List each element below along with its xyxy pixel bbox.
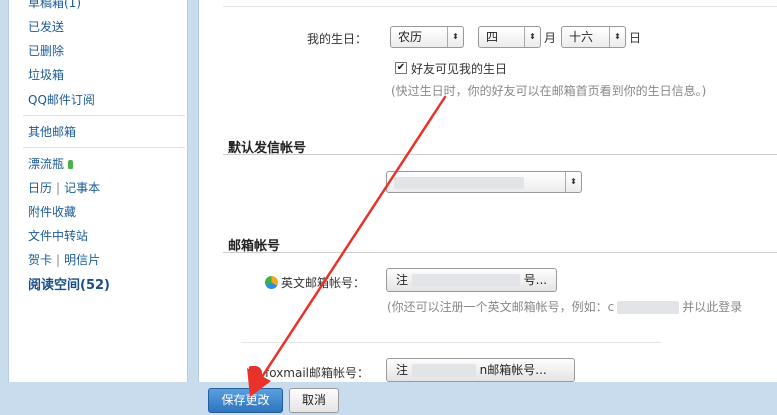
save-changes-button[interactable]: 保存更改 bbox=[208, 388, 283, 413]
english-account-label: 英文邮箱帐号： bbox=[281, 276, 366, 290]
sidebar-item-attachments[interactable]: 附件收藏 bbox=[28, 203, 76, 220]
english-account-label-row: 英文邮箱帐号： bbox=[265, 274, 365, 291]
hint-end: 并以此登录 bbox=[682, 300, 743, 314]
drift-bottle-label: 漂流瓶 bbox=[28, 157, 65, 171]
postcard-link[interactable]: 明信片 bbox=[64, 253, 100, 267]
section-divider bbox=[223, 252, 777, 253]
section-divider bbox=[241, 342, 661, 343]
sidebar-divider bbox=[23, 147, 185, 148]
cancel-button[interactable]: 取消 bbox=[289, 388, 339, 413]
default-sender-select[interactable]: ⬍ bbox=[386, 171, 582, 193]
birthday-label: 我的生日： bbox=[307, 32, 368, 46]
birthday-visible-checkbox[interactable]: ✔ bbox=[395, 62, 407, 74]
action-bar bbox=[0, 382, 777, 415]
card-link[interactable]: 贺卡 bbox=[28, 253, 52, 267]
button-label-end: 号... bbox=[523, 273, 548, 287]
day-unit: 日 bbox=[629, 31, 642, 45]
sidebar-item-spam[interactable]: 垃圾箱 bbox=[28, 66, 64, 83]
separator: | bbox=[56, 181, 61, 195]
redacted-text bbox=[411, 364, 476, 377]
birth-day-select[interactable]: 十六 ⬍ bbox=[561, 26, 626, 48]
redacted-text bbox=[617, 301, 680, 314]
foxmail-icon bbox=[249, 366, 262, 378]
select-arrows-icon: ⬍ bbox=[524, 27, 540, 47]
sidebar-item-drift-bottle[interactable]: 漂流瓶 bbox=[28, 155, 74, 172]
redacted-text bbox=[411, 274, 520, 287]
button-label-end: n邮箱帐号... bbox=[479, 363, 547, 377]
button-label-start: 注 bbox=[396, 363, 409, 377]
sidebar-item-card-row: 贺卡 | 明信片 bbox=[28, 251, 100, 268]
sidebar-item-subscriptions[interactable]: QQ邮件订阅 bbox=[28, 91, 95, 108]
sidebar-item-calendar-row: 日历 | 记事本 bbox=[28, 179, 100, 196]
separator: | bbox=[56, 253, 61, 267]
foxmail-account-label-row: foxmail邮箱帐号： bbox=[249, 364, 369, 381]
birthday-visible-label: 好友可见我的生日 bbox=[411, 62, 508, 76]
sidebar: 草稿箱(1) 已发送 已删除 垃圾箱 QQ邮件订阅 其他邮箱 漂流瓶 日历 | 记事… bbox=[8, 0, 188, 385]
settings-panel: 我的生日： 农历 ⬍ 四 ⬍ 月 十六 ⬍ 日 ✔ 好友可见我的生日 (快过生日… bbox=[198, 0, 777, 382]
section-divider bbox=[223, 6, 777, 7]
sidebar-item-other-mailbox[interactable]: 其他邮箱 bbox=[28, 123, 76, 140]
button-label-start: 注 bbox=[396, 273, 409, 287]
section-divider bbox=[223, 154, 777, 155]
qq-mail-icon bbox=[265, 276, 278, 289]
birth-day-value: 十六 bbox=[569, 30, 594, 44]
sidebar-item-deleted[interactable]: 已删除 bbox=[28, 42, 64, 59]
select-arrows-icon: ⬍ bbox=[565, 172, 581, 192]
month-unit: 月 bbox=[544, 31, 557, 45]
birth-month-value: 四 bbox=[486, 30, 499, 44]
calendar-link[interactable]: 日历 bbox=[28, 181, 52, 195]
select-arrows-icon: ⬍ bbox=[447, 27, 463, 47]
birth-month-select[interactable]: 四 ⬍ bbox=[478, 26, 541, 48]
redacted-email bbox=[394, 176, 524, 189]
english-account-hint: (你还可以注册一个英文邮箱帐号，例如：c 并以此登录 bbox=[387, 298, 742, 315]
calendar-type-value: 农历 bbox=[398, 30, 423, 44]
sidebar-divider bbox=[23, 115, 185, 116]
birthday-hint: (快过生日时，你的好友可以在邮箱首页看到你的生日信息。) bbox=[391, 84, 707, 98]
select-arrows-icon: ⬍ bbox=[609, 27, 625, 47]
calendar-type-select[interactable]: 农历 ⬍ bbox=[390, 26, 464, 48]
sidebar-item-file-transfer[interactable]: 文件中转站 bbox=[28, 227, 88, 244]
notes-link[interactable]: 记事本 bbox=[64, 181, 100, 195]
sidebar-item-drafts[interactable]: 草稿箱(1) bbox=[28, 0, 81, 11]
hint-start: (你还可以注册一个英文邮箱帐号，例如：c bbox=[387, 300, 615, 314]
bottle-icon bbox=[68, 160, 74, 169]
foxmail-account-label: foxmail邮箱帐号： bbox=[265, 366, 370, 380]
sidebar-item-sent[interactable]: 已发送 bbox=[28, 18, 64, 35]
register-foxmail-account-button[interactable]: 注 n邮箱帐号... bbox=[386, 358, 575, 382]
register-english-account-button[interactable]: 注 号... bbox=[386, 268, 557, 292]
sidebar-item-reading-space[interactable]: 阅读空间(52) bbox=[28, 274, 110, 293]
